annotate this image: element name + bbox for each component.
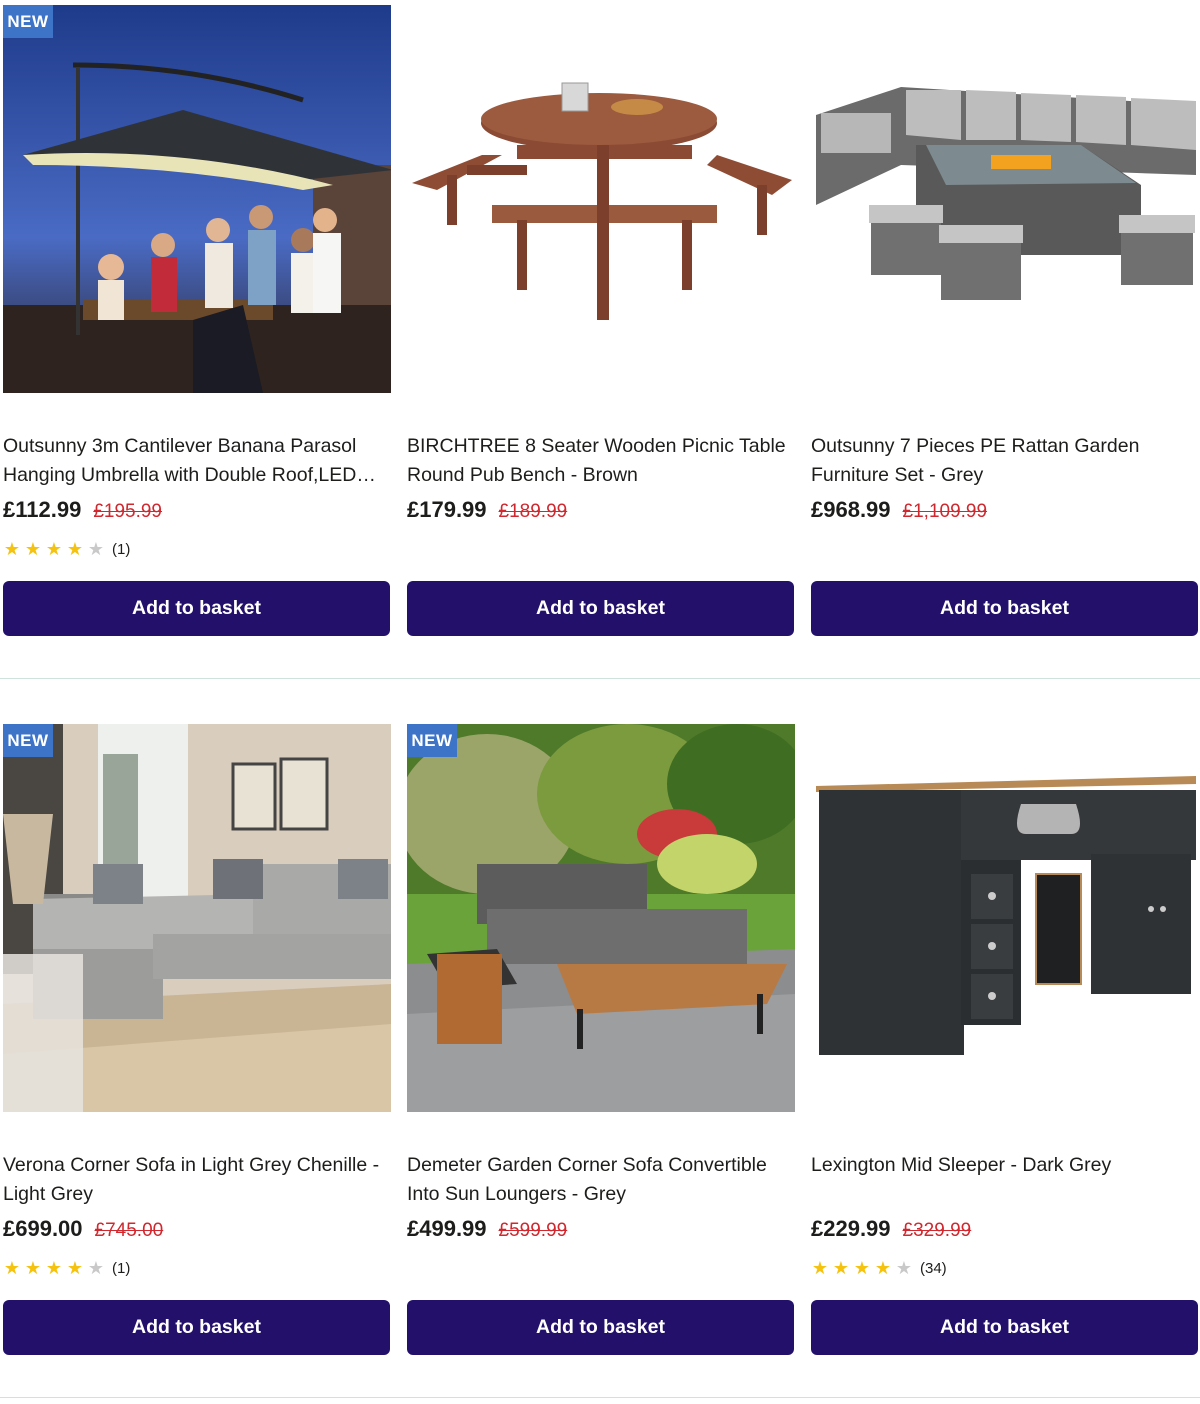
add-to-basket-button[interactable]: Add to basket	[3, 581, 390, 636]
product-image[interactable]	[811, 5, 1199, 393]
star-icon: ★	[3, 539, 21, 559]
star-empty-icon: ★	[87, 539, 105, 559]
product-image[interactable]	[407, 724, 795, 1112]
star-icon: ★	[66, 1258, 84, 1278]
add-to-basket-button[interactable]: Add to basket	[811, 581, 1198, 636]
rating: ★ ★ ★ ★ ★ (1)	[3, 1258, 130, 1278]
new-badge: NEW	[3, 5, 53, 38]
star-empty-icon: ★	[895, 1258, 913, 1278]
price-row: £968.99 £1,109.99	[811, 497, 987, 523]
product-card: Lexington Mid Sleeper - Dark Grey £229.9…	[811, 719, 1199, 1359]
price-row: £112.99 £195.99	[3, 497, 162, 523]
rating: ★ ★ ★ ★ ★ (34)	[811, 1258, 947, 1278]
parasol-image	[3, 5, 391, 393]
star-icon: ★	[66, 539, 84, 559]
picnic-table-image	[407, 5, 795, 393]
star-icon: ★	[24, 1258, 42, 1278]
was-price: £745.00	[94, 1220, 164, 1241]
star-icon: ★	[853, 1258, 871, 1278]
product-card: BIRCHTREE 8 Seater Wooden Picnic Table R…	[407, 0, 795, 640]
garden-sofa-image	[407, 724, 795, 1112]
product-image[interactable]	[811, 724, 1199, 1112]
row-divider	[0, 1397, 1200, 1398]
product-image[interactable]	[407, 5, 795, 393]
review-count[interactable]: (1)	[112, 1260, 130, 1277]
current-price: £968.99	[811, 497, 891, 522]
was-price: £189.99	[498, 501, 568, 522]
price-row: £499.99 £599.99	[407, 1216, 567, 1242]
corner-sofa-image	[3, 724, 391, 1112]
star-icon: ★	[3, 1258, 21, 1278]
product-row-1: NEW Outsunny 3m Cantilever Banana Paraso…	[0, 0, 1200, 678]
product-image[interactable]	[3, 5, 391, 393]
current-price: £112.99	[3, 497, 82, 522]
star-icon: ★	[45, 1258, 63, 1278]
star-icon: ★	[24, 539, 42, 559]
was-price: £195.99	[93, 501, 162, 522]
mid-sleeper-image	[811, 724, 1199, 1112]
add-to-basket-button[interactable]: Add to basket	[811, 1300, 1198, 1355]
product-title[interactable]: Verona Corner Sofa in Light Grey Chenill…	[3, 1151, 388, 1209]
product-card: Outsunny 7 Pieces PE Rattan Garden Furni…	[811, 0, 1199, 640]
current-price: £499.99	[407, 1216, 487, 1241]
product-row-2: NEW Verona Corner Sofa in Light Grey Che…	[0, 719, 1200, 1397]
row-divider	[0, 678, 1200, 679]
product-title[interactable]: Outsunny 3m Cantilever Banana Parasol Ha…	[3, 432, 388, 490]
product-card: NEW Verona Corner Sofa in Light Grey Che…	[3, 719, 391, 1359]
add-to-basket-button[interactable]: Add to basket	[407, 1300, 794, 1355]
was-price: £329.99	[902, 1220, 972, 1241]
review-count[interactable]: (1)	[112, 541, 130, 558]
product-image[interactable]	[3, 724, 391, 1112]
star-icon: ★	[811, 1258, 829, 1278]
add-to-basket-button[interactable]: Add to basket	[3, 1300, 390, 1355]
was-price: £599.99	[498, 1220, 568, 1241]
current-price: £699.00	[3, 1216, 83, 1241]
review-count[interactable]: (34)	[920, 1260, 947, 1277]
star-empty-icon: ★	[87, 1258, 105, 1278]
product-title[interactable]: BIRCHTREE 8 Seater Wooden Picnic Table R…	[407, 432, 792, 490]
price-row: £179.99 £189.99	[407, 497, 567, 523]
star-icon: ★	[45, 539, 63, 559]
star-icon: ★	[874, 1258, 892, 1278]
star-icon: ★	[832, 1258, 850, 1278]
product-card: NEW Demeter Garden Corner Sofa Convertib…	[407, 719, 795, 1359]
product-card: NEW Outsunny 3m Cantilever Banana Paraso…	[3, 0, 391, 640]
new-badge: NEW	[407, 724, 457, 757]
product-title[interactable]: Demeter Garden Corner Sofa Convertible I…	[407, 1151, 792, 1209]
price-row: £699.00 £745.00	[3, 1216, 163, 1242]
product-title[interactable]: Outsunny 7 Pieces PE Rattan Garden Furni…	[811, 432, 1196, 490]
was-price: £1,109.99	[902, 501, 988, 522]
rattan-set-image	[811, 5, 1199, 393]
add-to-basket-button[interactable]: Add to basket	[407, 581, 794, 636]
current-price: £179.99	[407, 497, 487, 522]
new-badge: NEW	[3, 724, 53, 757]
current-price: £229.99	[811, 1216, 891, 1241]
price-row: £229.99 £329.99	[811, 1216, 971, 1242]
rating: ★ ★ ★ ★ ★ (1)	[3, 539, 130, 559]
product-title[interactable]: Lexington Mid Sleeper - Dark Grey	[811, 1151, 1196, 1180]
